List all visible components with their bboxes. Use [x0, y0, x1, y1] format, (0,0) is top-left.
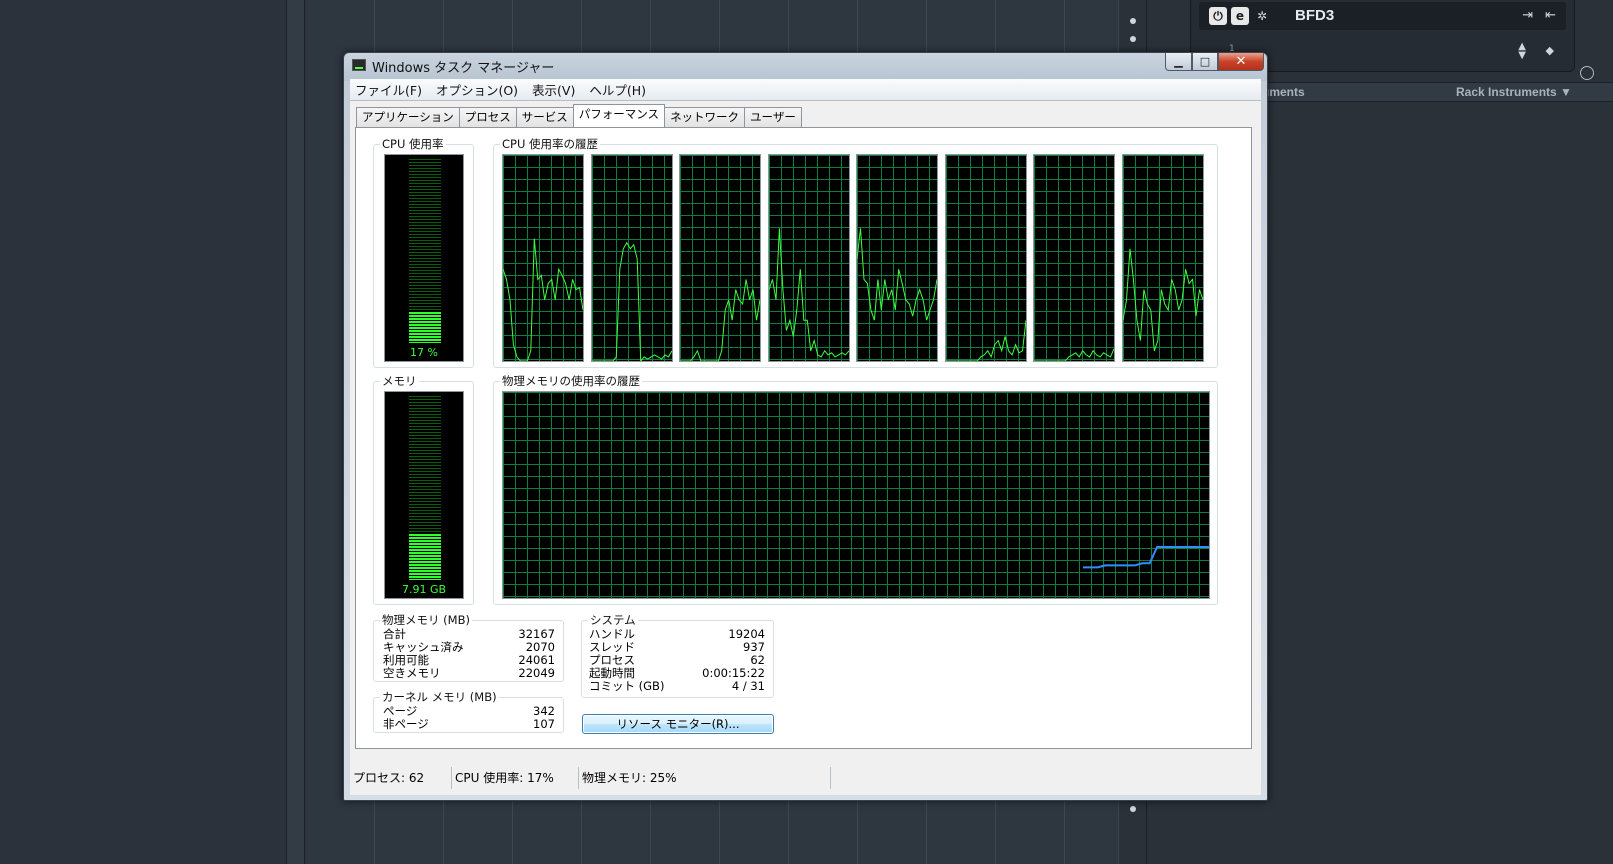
memory-group: メモリ 7.91 GB — [373, 374, 474, 605]
system-label: システム — [588, 613, 638, 627]
stat-key: 非ページ — [383, 717, 429, 731]
stat-key: 空きメモリ — [383, 666, 441, 680]
cpu-history-label: CPU 使用率の履歴 — [500, 137, 601, 151]
menu-view[interactable]: 表示(V) — [532, 80, 575, 99]
menu-options[interactable]: オプション(O) — [436, 80, 518, 99]
instrument-name: BFD3 — [1295, 7, 1335, 24]
resource-monitor-button[interactable]: リソース モニター(R)... — [582, 714, 774, 734]
rack-instruments-dropdown[interactable]: Rack Instruments ▼ — [1456, 85, 1572, 99]
settings-icon[interactable]: ✲ — [1253, 7, 1271, 25]
cpu-core-graph — [856, 154, 938, 362]
cpu-usage-group: CPU 使用率 17 % — [373, 137, 474, 368]
kernel-memory-stats: ページ 342 非ページ 107 — [383, 705, 555, 731]
close-button[interactable]: ✕ — [1218, 53, 1264, 71]
stat-row: 非ページ 107 — [383, 718, 555, 731]
ruler-marker-icon — [1130, 36, 1136, 42]
memory-meter-fill — [409, 534, 441, 580]
output-icon[interactable]: ⇤ — [1545, 8, 1556, 23]
minimize-button[interactable]: ▁ — [1165, 53, 1192, 71]
instruments-tab-label[interactable]: uments — [1262, 85, 1305, 99]
task-manager-icon — [352, 59, 366, 71]
title-bar[interactable]: Windows タスク マネージャー ▁ □ ✕ — [344, 53, 1267, 79]
tab-processes[interactable]: プロセス — [458, 107, 517, 127]
cpu-core-graph — [1033, 154, 1115, 362]
cpu-history-line — [768, 228, 849, 358]
window-title: Windows タスク マネージャー — [372, 61, 555, 76]
maximize-icon: □ — [1199, 55, 1211, 68]
kernel-memory-group: カーネル メモリ (MB) ページ 342 非ページ 107 — [373, 690, 564, 733]
tab-users[interactable]: ユーザー — [744, 107, 802, 127]
instrument-slot[interactable]: ⏻ e ✲ BFD3 ⇥ ⇤ — [1199, 2, 1566, 30]
power-icon[interactable]: ⏻ — [1209, 7, 1227, 25]
ruler-marker-icon — [1130, 806, 1136, 812]
memory-history-group: 物理メモリの使用率の履歴 — [493, 374, 1218, 605]
cpu-history-group: CPU 使用率の履歴 — [493, 137, 1218, 368]
client-area: アプリケーション プロセス サービス パフォーマンス ネットワーク ユーザー C… — [350, 101, 1261, 795]
memory-label: メモリ — [380, 374, 419, 388]
tab-strip: アプリケーション プロセス サービス パフォーマンス ネットワーク ユーザー — [356, 104, 802, 127]
cpu-usage-meter: 17 % — [384, 154, 464, 362]
stat-row: 空きメモリ 22049 — [383, 667, 555, 680]
cpu-history-line — [857, 228, 937, 321]
menu-file[interactable]: ファイル(F) — [355, 80, 422, 99]
cpu-meter-fill — [409, 312, 441, 343]
stat-value: 22049 — [518, 666, 555, 680]
cpu-core-graph — [502, 154, 584, 362]
cpu-core-graph — [767, 154, 850, 362]
stat-key: コミット (GB) — [589, 679, 665, 693]
status-cpu: CPU 使用率: 17% — [452, 767, 579, 789]
status-processes: プロセス: 62 — [350, 767, 452, 789]
system-group: システム ハンドル 19204 スレッド 937 プロセス 62 起動時間 0:00:1… — [581, 613, 774, 698]
performance-page: CPU 使用率 17 % CPU 使用率の履歴 メモリ 7.91 GB 物理メモ… — [355, 127, 1252, 749]
cpu-history-line — [945, 320, 1026, 361]
cpu-core-graph — [679, 154, 761, 362]
cpu-usage-label: CPU 使用率 — [380, 137, 446, 151]
tag-icon[interactable]: ◆ — [1546, 44, 1554, 57]
stat-value: 107 — [533, 717, 555, 731]
stat-row: コミット (GB) 4 / 31 — [589, 680, 765, 693]
memory-history-label: 物理メモリの使用率の履歴 — [500, 374, 642, 388]
up-down-arrows-icon[interactable]: ▲ ▼ — [1518, 42, 1526, 61]
memory-history-graph — [502, 391, 1210, 599]
cpu-history-line — [1122, 248, 1203, 351]
cpu-usage-value: 17 % — [410, 346, 438, 359]
menu-bar: ファイル(F) オプション(O) 表示(V) ヘルプ(H) — [350, 79, 1261, 101]
rack-clock-icon[interactable] — [1580, 66, 1594, 80]
cpu-core-graph — [944, 154, 1027, 362]
stat-value: 4 / 31 — [731, 679, 765, 693]
memory-meter-empty — [409, 396, 441, 534]
memory-usage-value: 7.91 GB — [401, 583, 447, 596]
physical-memory-stats: 合計 32167 キャッシュ済み 2070 利用可能 24061 空きメモリ 22049 — [383, 628, 555, 680]
memory-history-line — [1083, 546, 1209, 569]
minimize-icon: ▁ — [1174, 55, 1183, 68]
status-memory: 物理メモリ: 25% — [579, 767, 831, 789]
kernel-memory-label: カーネル メモリ (MB) — [380, 690, 499, 704]
task-manager-window: Windows タスク マネージャー ▁ □ ✕ ファイル(F) オプション(O… — [343, 52, 1268, 801]
ruler-marker-icon — [1130, 18, 1136, 24]
physical-memory-group: 物理メモリ (MB) 合計 32167 キャッシュ済み 2070 利用可能 24061… — [373, 613, 564, 682]
cpu-core-graph — [1121, 154, 1204, 362]
cpu-history-line — [1034, 348, 1114, 361]
tab-performance[interactable]: パフォーマンス — [572, 104, 666, 127]
cpu-meter-empty — [409, 159, 441, 312]
physical-memory-label: 物理メモリ (MB) — [380, 613, 472, 627]
daw-inspector-panel — [0, 0, 287, 864]
daw-divider[interactable] — [287, 0, 305, 864]
cpu-core-graph — [590, 154, 673, 362]
maximize-button[interactable]: □ — [1192, 53, 1218, 71]
close-icon: ✕ — [1235, 54, 1247, 69]
input-icon[interactable]: ⇥ — [1522, 8, 1533, 23]
cpu-history-line — [680, 279, 760, 361]
cpu-history-line — [591, 241, 672, 361]
memory-meter: 7.91 GB — [384, 391, 464, 599]
tab-services[interactable]: サービス — [515, 107, 574, 127]
tab-applications[interactable]: アプリケーション — [356, 107, 460, 127]
edit-icon[interactable]: e — [1231, 7, 1249, 25]
tab-network[interactable]: ネットワーク — [664, 107, 746, 127]
menu-help[interactable]: ヘルプ(H) — [589, 80, 646, 99]
cpu-history-line — [503, 238, 583, 361]
system-stats: ハンドル 19204 スレッド 937 プロセス 62 起動時間 0:00:15:22 … — [589, 628, 765, 693]
